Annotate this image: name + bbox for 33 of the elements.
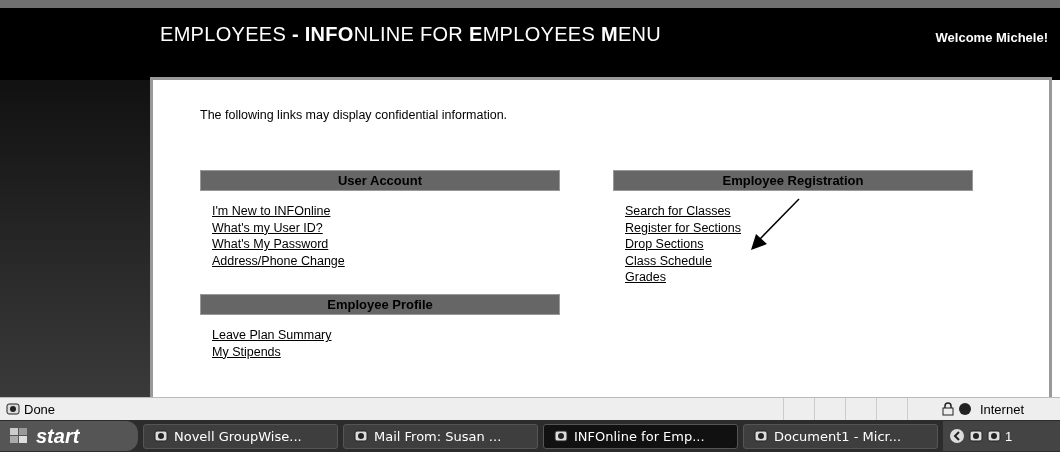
menu-link[interactable]: Leave Plan Summary <box>212 327 332 344</box>
section-header: Employee Profile <box>200 294 560 315</box>
menu-link[interactable]: What's My Password <box>212 236 329 253</box>
menu-link[interactable]: Drop Sections <box>625 236 704 253</box>
zone-text: Internet <box>978 401 1025 417</box>
annotation-arrow <box>749 198 801 252</box>
welcome-text: Welcome Michele! <box>935 29 1048 47</box>
page-title: EMPLOYEES - INFONLINE FOR EMPLOYEES MENU <box>160 22 663 47</box>
app-icon <box>154 429 168 443</box>
app-icon <box>554 429 568 443</box>
menu-link[interactable]: Grades <box>625 269 666 286</box>
menu-link[interactable]: Register for Sections <box>625 219 742 236</box>
app-icon <box>354 429 368 443</box>
taskbar-button[interactable]: Mail From: Susan ... <box>343 423 538 449</box>
windows-logo-icon <box>10 428 28 444</box>
section-header: User Account <box>200 170 560 191</box>
lock-icon <box>941 402 954 416</box>
taskbar-button[interactable]: Novell GroupWise... <box>143 423 338 449</box>
taskbar-button[interactable]: Document1 - Micr... <box>743 423 938 449</box>
section-header: Employee Registration <box>613 170 973 191</box>
notice-text: The following links may display confidential information. <box>200 108 509 122</box>
menu-link[interactable]: Address/Phone Change <box>212 252 345 269</box>
menu-link[interactable]: I'm New to INFOnline <box>212 203 331 220</box>
menu-link[interactable]: Search for Classes <box>625 203 731 220</box>
menu-link[interactable]: What's my User ID? <box>212 219 323 236</box>
clock-text: 1 <box>1005 428 1013 444</box>
status-text: Done <box>24 401 57 417</box>
app-icon <box>754 429 768 443</box>
start-button[interactable]: start <box>0 421 138 451</box>
taskbar-button[interactable]: INFOnline for Emp... <box>543 423 738 449</box>
menu-link[interactable]: Class Schedule <box>625 252 712 269</box>
chevron-icon <box>949 428 965 444</box>
menu-link[interactable]: My Stipends <box>212 343 281 360</box>
